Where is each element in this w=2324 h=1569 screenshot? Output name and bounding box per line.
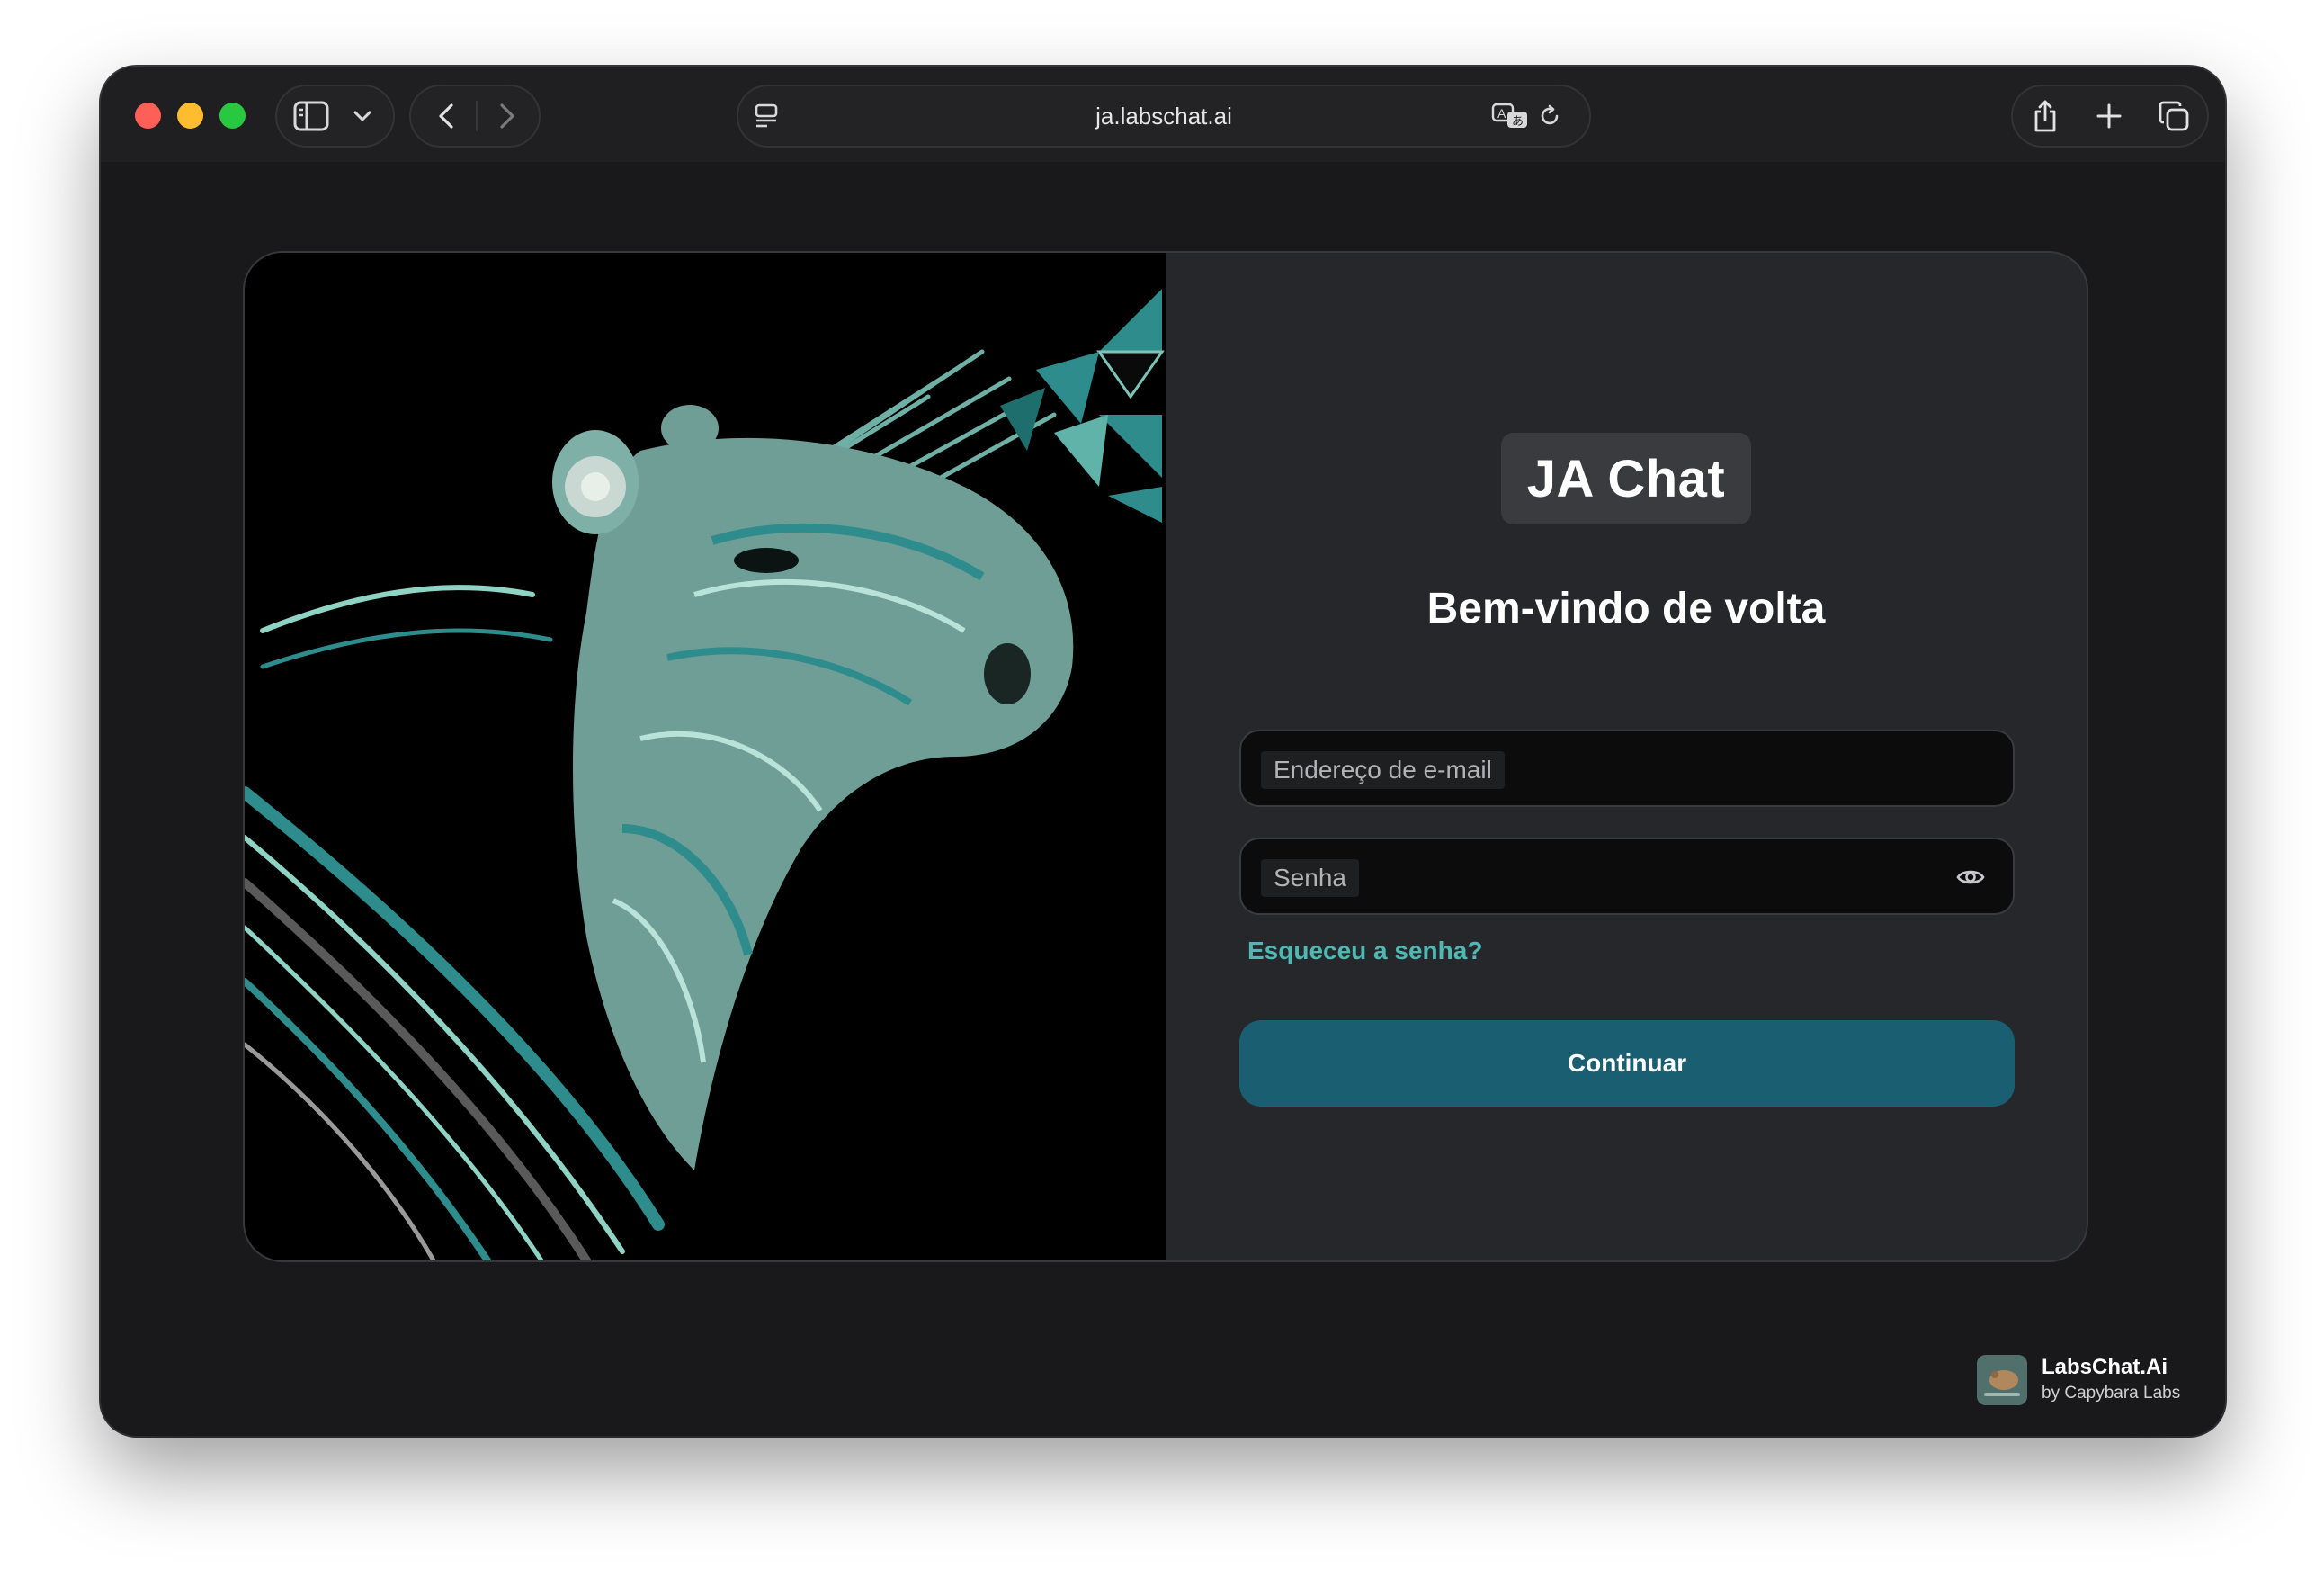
badge-title: LabsChat.Ai <box>2042 1355 2168 1379</box>
forward-arrow-icon[interactable] <box>490 99 524 133</box>
password-field[interactable]: Senha <box>1239 838 2015 915</box>
share-icon[interactable] <box>2027 95 2063 137</box>
login-card: JA Chat Bem-vindo de volta Endereço de e… <box>243 251 2088 1262</box>
close-window-button[interactable] <box>135 103 161 129</box>
eye-icon[interactable] <box>1955 864 1986 891</box>
nav-divider <box>476 101 478 131</box>
browser-window: ja.labschat.ai Aあ JA Chat Bem-vindo de v… <box>101 67 2225 1436</box>
email-input[interactable] <box>1241 731 2013 805</box>
address-bar[interactable]: ja.labschat.ai Aあ <box>737 85 1591 148</box>
sidebar-toggle-group <box>275 85 395 148</box>
password-input[interactable] <box>1241 839 2013 913</box>
svg-text:A: A <box>1497 106 1506 121</box>
page-title: Bem-vindo de volta <box>1426 585 1826 632</box>
email-field[interactable]: Endereço de e-mail <box>1239 730 2015 807</box>
translate-icon[interactable]: Aあ <box>1490 101 1530 131</box>
browser-toolbar: ja.labschat.ai Aあ <box>101 67 2225 162</box>
url-text[interactable]: ja.labschat.ai <box>738 86 1589 146</box>
navigation-group <box>409 85 541 148</box>
window-actions-group <box>2011 85 2209 148</box>
back-arrow-icon[interactable] <box>429 99 463 133</box>
reload-icon[interactable] <box>1535 102 1564 130</box>
tabs-overview-icon[interactable] <box>2155 97 2193 135</box>
zoom-window-button[interactable] <box>219 103 246 129</box>
login-form-panel: JA Chat Bem-vindo de volta Endereço de e… <box>1166 253 2087 1260</box>
svg-text:あ: あ <box>1512 114 1524 128</box>
badge-subtitle: by Capybara Labs <box>2042 1384 2181 1403</box>
brand-logo: JA Chat <box>1501 433 1751 524</box>
plus-icon[interactable] <box>2092 99 2126 133</box>
continue-button[interactable]: Continuar <box>1239 1020 2015 1107</box>
minimize-window-button[interactable] <box>177 103 203 129</box>
capybara-logo-icon <box>1977 1355 2027 1405</box>
capybara-illustration <box>245 253 1166 1260</box>
sidebar-icon[interactable] <box>293 99 329 133</box>
chevron-down-icon[interactable] <box>349 103 376 130</box>
forgot-password-link[interactable]: Esqueceu a senha? <box>1247 937 1482 965</box>
